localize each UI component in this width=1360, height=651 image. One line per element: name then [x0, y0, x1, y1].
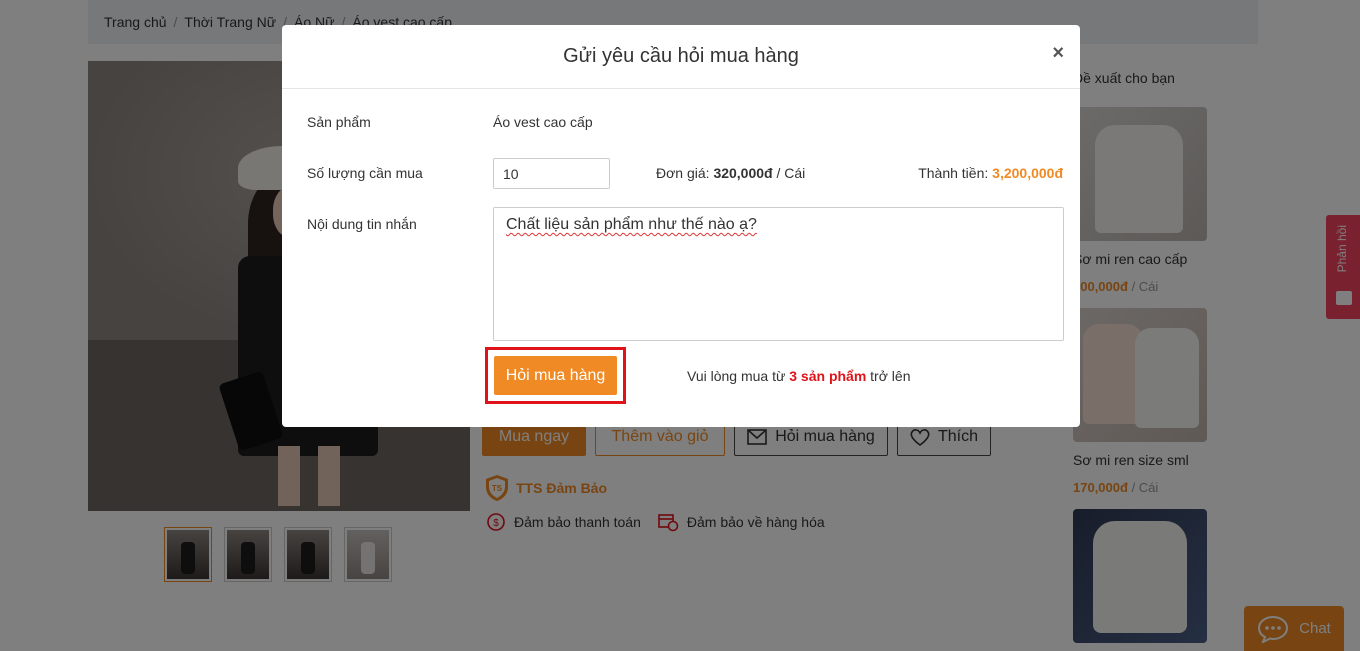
- total-price: Thành tiền: 3,200,000đ: [918, 165, 1063, 181]
- message-text: Chất liệu sản phẩm như thế nào ạ?: [506, 216, 757, 233]
- ask-to-buy-dialog: Gửi yêu cầu hỏi mua hàng × Sản phẩm Áo v…: [282, 25, 1080, 427]
- close-icon[interactable]: ×: [1052, 42, 1064, 65]
- message-textarea[interactable]: Chất liệu sản phẩm như thế nào ạ?: [493, 207, 1064, 341]
- product-value: Áo vest cao cấp: [493, 114, 593, 130]
- submit-highlight: Hỏi mua hàng: [485, 347, 626, 404]
- quantity-label: Số lượng cần mua: [307, 165, 423, 181]
- message-label: Nội dung tin nhắn: [307, 216, 417, 232]
- dialog-title: Gửi yêu cầu hỏi mua hàng: [563, 45, 799, 67]
- quantity-input[interactable]: [493, 158, 610, 189]
- product-label: Sản phẩm: [307, 114, 371, 130]
- submit-ask-button[interactable]: Hỏi mua hàng: [494, 356, 617, 395]
- dialog-header: Gửi yêu cầu hỏi mua hàng ×: [282, 25, 1080, 89]
- unit-price: Đơn giá: 320,000đ / Cái: [656, 165, 806, 181]
- minimum-quantity-note: Vui lòng mua từ 3 sản phẩm trở lên: [687, 368, 911, 384]
